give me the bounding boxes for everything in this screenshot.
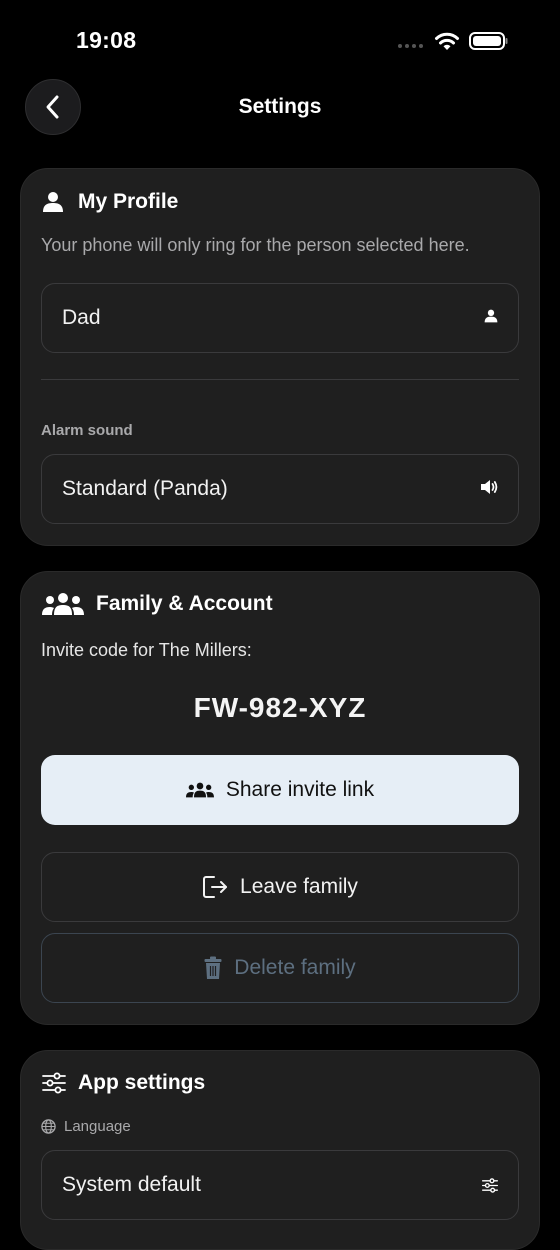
speaker-icon — [480, 479, 498, 500]
language-value: System default — [62, 1173, 201, 1196]
family-card: Family & Account Invite code for The Mil… — [20, 571, 540, 1025]
app-settings-title: App settings — [78, 1071, 206, 1094]
person-select[interactable]: Dad — [41, 283, 519, 353]
language-select[interactable]: System default — [41, 1150, 519, 1220]
person-value: Dad — [62, 306, 101, 329]
sliders-icon — [42, 1072, 66, 1094]
leave-family-label: Leave family — [240, 875, 358, 898]
group-icon — [185, 782, 214, 798]
app-settings-card: App settings Language System default — [20, 1050, 540, 1250]
group-icon — [42, 592, 84, 616]
app-settings-header: App settings — [42, 1071, 205, 1095]
language-label-row: Language — [41, 1118, 131, 1135]
globe-icon — [41, 1119, 56, 1134]
delete-family-button[interactable]: Delete family — [41, 933, 519, 1003]
alarm-sound-label: Alarm sound — [41, 422, 133, 439]
language-label: Language — [64, 1118, 131, 1135]
signal-icon — [398, 44, 423, 48]
invite-code: FW-982-XYZ — [193, 692, 367, 723]
divider — [41, 379, 519, 380]
leave-family-button[interactable]: Leave family — [41, 852, 519, 922]
profile-header: My Profile — [42, 190, 178, 214]
family-header: Family & Account — [42, 592, 273, 616]
status-bar: 19:08 — [0, 0, 560, 80]
logout-icon — [202, 875, 228, 899]
delete-family-label: Delete family — [234, 956, 356, 979]
profile-title: My Profile — [78, 190, 179, 213]
sliders-icon — [482, 1177, 498, 1193]
invite-text: Invite code for The Millers: — [41, 640, 252, 660]
share-invite-button[interactable]: Share invite link — [41, 755, 519, 825]
share-invite-label: Share invite link — [225, 778, 375, 801]
person-icon — [484, 309, 498, 328]
alarm-sound-value: Standard (Panda) — [62, 477, 228, 500]
page-title: Settings — [238, 95, 322, 118]
battery-icon — [469, 32, 508, 50]
person-icon — [42, 191, 66, 213]
trash-icon — [204, 956, 222, 980]
profile-description: Your phone will only ring for the person… — [41, 235, 470, 255]
profile-card: My Profile Your phone will only ring for… — [20, 168, 540, 546]
status-time: 19:08 — [76, 27, 137, 53]
alarm-sound-select[interactable]: Standard (Panda) — [41, 454, 519, 524]
family-title: Family & Account — [96, 592, 273, 615]
wifi-icon — [435, 32, 459, 50]
